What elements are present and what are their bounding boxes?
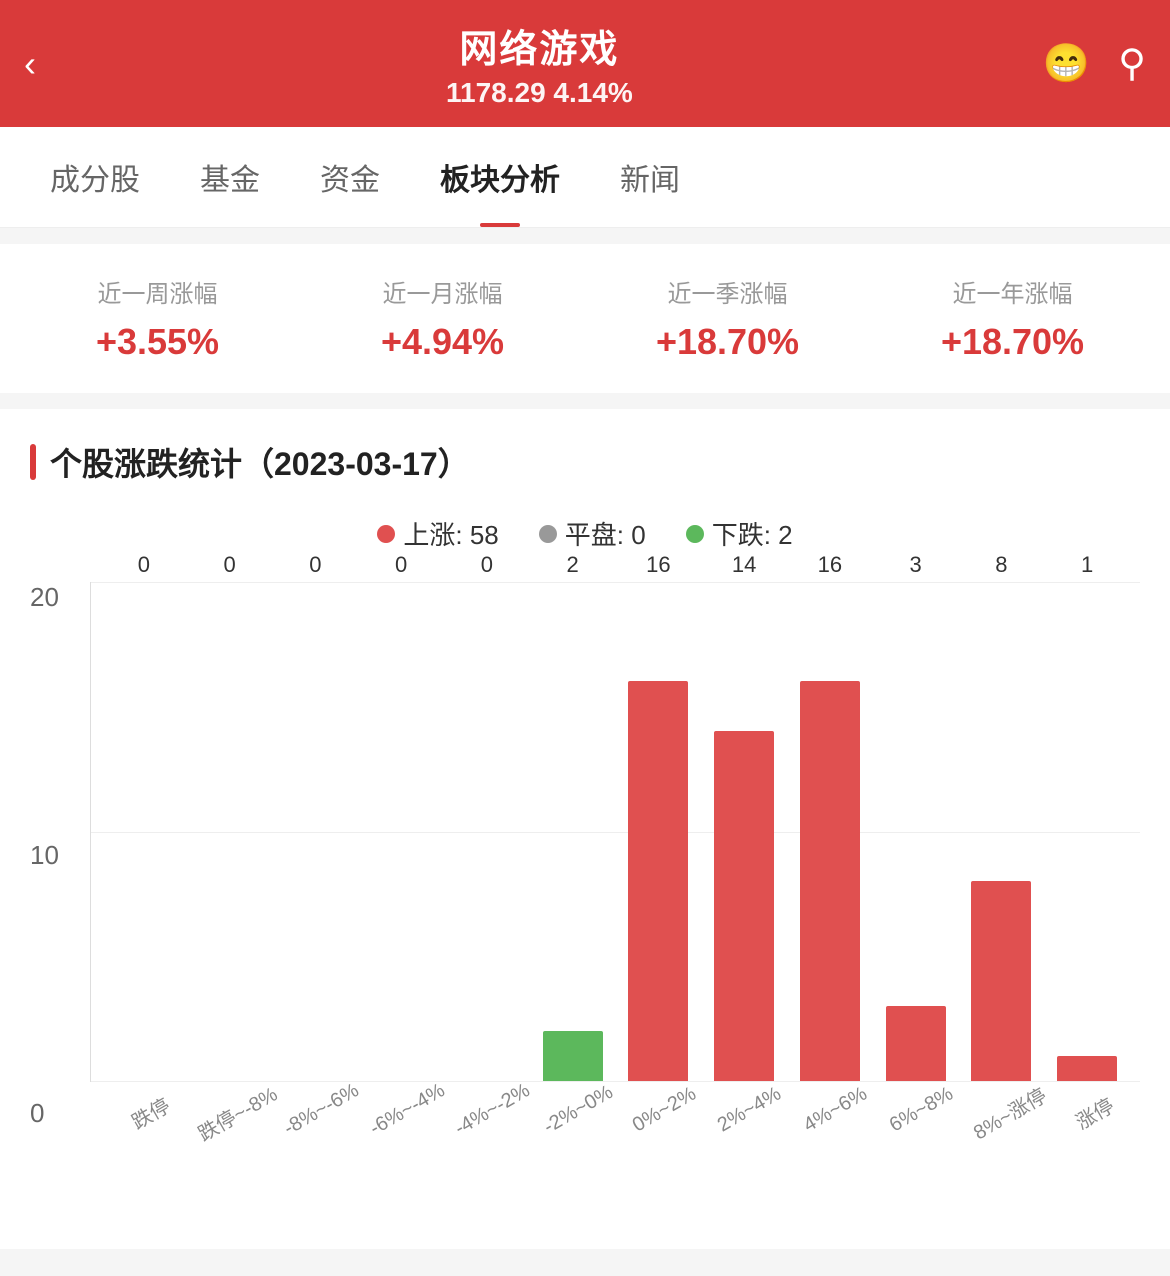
bar-group-10: 8 xyxy=(959,582,1045,1081)
stat-quarter: 近一季涨幅 +18.70% xyxy=(590,274,865,363)
bar-label-8: 16 xyxy=(818,552,842,578)
legend-up-dot xyxy=(377,525,395,543)
legend-flat: 平盘: 0 xyxy=(539,515,646,552)
x-label-5: -2%~0% xyxy=(536,1079,625,1147)
stat-month-value: +4.94% xyxy=(305,321,580,363)
bar-label-5: 2 xyxy=(567,552,579,578)
bar-label-0: 0 xyxy=(138,552,150,578)
bar-4 xyxy=(457,1079,517,1081)
bar-group-4: 0 xyxy=(444,582,530,1081)
stat-month: 近一月涨幅 +4.94% xyxy=(305,274,580,363)
bar-label-11: 1 xyxy=(1081,552,1093,578)
x-label-8: 4%~6% xyxy=(793,1079,882,1147)
stat-quarter-label: 近一季涨幅 xyxy=(590,274,865,309)
stats-section: 近一周涨幅 +3.55% 近一月涨幅 +4.94% 近一季涨幅 +18.70% … xyxy=(0,244,1170,393)
legend-flat-label: 平盘: 0 xyxy=(565,515,646,552)
stat-week-value: +3.55% xyxy=(20,321,295,363)
bar-group-2: 0 xyxy=(273,582,359,1081)
tab-jijin[interactable]: 基金 xyxy=(170,127,290,227)
bars-wrapper: 000002161416381 xyxy=(91,582,1140,1081)
bar-3 xyxy=(371,1079,431,1081)
bar-group-7: 14 xyxy=(701,582,787,1081)
bar-label-7: 14 xyxy=(732,552,756,578)
page-title: 网络游戏 xyxy=(36,18,1043,73)
chart-section: 个股涨跌统计（2023-03-17） 上涨: 58 平盘: 0 下跌: 2 20… xyxy=(0,409,1170,1249)
search-icon[interactable]: ⚲ xyxy=(1118,41,1146,86)
bar-group-6: 16 xyxy=(616,582,702,1081)
bar-9 xyxy=(886,1006,946,1081)
stat-year-value: +18.70% xyxy=(875,321,1150,363)
chart-title: 个股涨跌统计（2023-03-17） xyxy=(30,439,1140,485)
x-label-4: -4%~-2% xyxy=(450,1079,539,1147)
header-subtitle: 1178.29 4.14% xyxy=(36,77,1043,109)
robot-icon[interactable]: 😁 xyxy=(1043,42,1090,86)
bar-2 xyxy=(285,1079,345,1081)
stat-month-label: 近一月涨幅 xyxy=(305,274,580,309)
bar-group-9: 3 xyxy=(873,582,959,1081)
y-label-10: 10 xyxy=(30,840,59,871)
x-label-3: -6%~-4% xyxy=(364,1079,453,1147)
x-axis: 跌停跌停~-8%-8%~-6%-6%~-4%-4%~-2%-2%~0%0%~2%… xyxy=(90,1090,1140,1129)
stat-quarter-value: +18.70% xyxy=(590,321,865,363)
header-icons: 😁 ⚲ xyxy=(1043,41,1146,86)
chart-area: 000002161416381 xyxy=(90,582,1140,1082)
bar-chart: 20 10 0 000002161416381 跌停跌停~-8%-8%~-6%-… xyxy=(30,582,1140,1209)
bar-1 xyxy=(200,1079,260,1081)
bar-label-9: 3 xyxy=(910,552,922,578)
y-axis: 20 10 0 xyxy=(30,582,59,1129)
bar-group-11: 1 xyxy=(1044,582,1130,1081)
tab-zijin[interactable]: 资金 xyxy=(290,127,410,227)
tab-xinwen[interactable]: 新闻 xyxy=(590,127,710,227)
stat-year-label: 近一年涨幅 xyxy=(875,274,1150,309)
bar-label-1: 0 xyxy=(224,552,236,578)
legend-down-dot xyxy=(686,525,704,543)
bar-5 xyxy=(543,1031,603,1081)
bar-label-3: 0 xyxy=(395,552,407,578)
x-label-1: 跌停~-8% xyxy=(192,1078,282,1147)
x-label-6: 0%~2% xyxy=(622,1079,711,1147)
x-label-2: -8%~-6% xyxy=(279,1079,368,1147)
tabs-bar: 成分股 基金 资金 板块分析 新闻 xyxy=(0,127,1170,228)
tab-chenfen[interactable]: 成分股 xyxy=(20,127,170,227)
legend-down: 下跌: 2 xyxy=(686,515,793,552)
stat-week-label: 近一周涨幅 xyxy=(20,274,295,309)
bar-11 xyxy=(1057,1056,1117,1081)
grid-line-bottom xyxy=(91,1081,1140,1082)
bar-group-1: 0 xyxy=(187,582,273,1081)
legend-up-label: 上涨: 58 xyxy=(403,515,498,552)
header: ‹ 网络游戏 1178.29 4.14% 😁 ⚲ xyxy=(0,0,1170,127)
bar-group-5: 2 xyxy=(530,582,616,1081)
x-label-0: 跌停 xyxy=(106,1079,195,1147)
bar-8 xyxy=(800,681,860,1081)
y-label-0: 0 xyxy=(30,1098,59,1129)
bar-label-6: 16 xyxy=(646,552,670,578)
chart-legend: 上涨: 58 平盘: 0 下跌: 2 xyxy=(30,515,1140,552)
x-label-9: 6%~8% xyxy=(879,1079,968,1147)
x-label-7: 2%~4% xyxy=(707,1079,796,1147)
tab-bankuai[interactable]: 板块分析 xyxy=(410,127,590,227)
x-label-10: 8%~涨停 xyxy=(964,1079,1053,1147)
header-center: 网络游戏 1178.29 4.14% xyxy=(36,18,1043,109)
bar-label-2: 0 xyxy=(309,552,321,578)
bar-6 xyxy=(628,681,688,1081)
bar-10 xyxy=(971,881,1031,1081)
legend-up: 上涨: 58 xyxy=(377,515,498,552)
stat-week: 近一周涨幅 +3.55% xyxy=(20,274,295,363)
bar-group-3: 0 xyxy=(358,582,444,1081)
bar-group-8: 16 xyxy=(787,582,873,1081)
back-button[interactable]: ‹ xyxy=(24,46,36,82)
bar-label-4: 0 xyxy=(481,552,493,578)
y-label-20: 20 xyxy=(30,582,59,613)
stat-year: 近一年涨幅 +18.70% xyxy=(875,274,1150,363)
bar-7 xyxy=(714,731,774,1081)
legend-flat-dot xyxy=(539,525,557,543)
x-label-11: 涨停 xyxy=(1050,1079,1139,1147)
bar-group-0: 0 xyxy=(101,582,187,1081)
bar-label-10: 8 xyxy=(995,552,1007,578)
bar-0 xyxy=(114,1079,174,1081)
legend-down-label: 下跌: 2 xyxy=(712,515,793,552)
